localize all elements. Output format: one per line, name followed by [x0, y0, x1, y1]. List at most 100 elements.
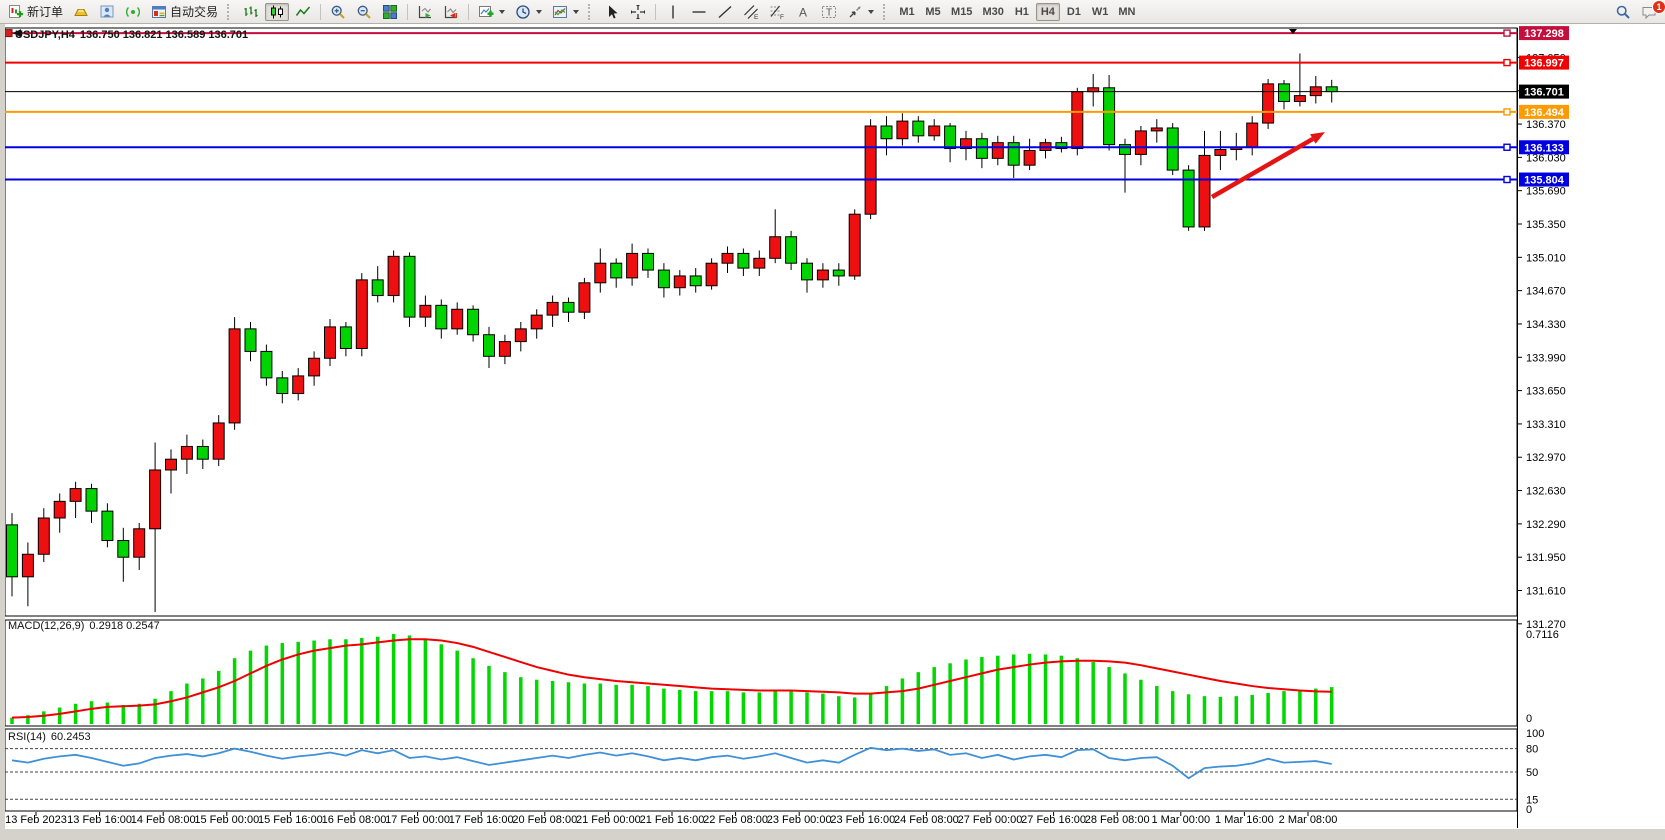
time-label: 23 Feb 00:00 — [767, 814, 832, 826]
toolbar-grip[interactable] — [883, 4, 890, 20]
timeframe-d1-button[interactable]: D1 — [1062, 3, 1086, 21]
new-order-button[interactable]: 新订单 — [4, 3, 67, 21]
templates-button[interactable] — [548, 3, 583, 21]
signals-button[interactable] — [121, 3, 145, 21]
equidistant-channel-tool-button[interactable]: E — [739, 3, 763, 21]
line-chart-button[interactable] — [291, 3, 315, 21]
chart-shift-button[interactable] — [439, 3, 463, 21]
toolbar-grip[interactable] — [227, 4, 234, 20]
notifications-button[interactable]: 1 — [1637, 3, 1661, 21]
candle — [1215, 150, 1226, 156]
candlestick-chart-button[interactable] — [265, 3, 289, 21]
template-chart-icon — [552, 4, 568, 20]
timeframe-m30-button[interactable]: M30 — [978, 3, 1007, 21]
macd-bar — [948, 663, 952, 724]
candle — [1167, 128, 1178, 170]
crosshair-icon — [630, 4, 646, 20]
text-label-tool-button[interactable]: T — [817, 3, 841, 21]
candle — [595, 263, 606, 283]
candle — [372, 280, 383, 296]
toolbar-grip[interactable] — [588, 4, 595, 20]
macd-bar — [58, 708, 62, 724]
price-line-handle[interactable] — [1504, 144, 1510, 150]
vertical-line-tool-button[interactable] — [661, 3, 685, 21]
timeframe-h4-button[interactable]: H4 — [1036, 3, 1060, 21]
line-anchor-square[interactable] — [5, 30, 12, 37]
candle — [388, 256, 399, 295]
time-label: 21 Feb 16:00 — [640, 814, 705, 826]
time-label: 28 Feb 08:00 — [1085, 814, 1150, 826]
candle — [1151, 128, 1162, 131]
timeframe-h1-button[interactable]: H1 — [1010, 3, 1034, 21]
line-chart-icon — [295, 4, 311, 20]
toolbar-separator — [407, 4, 408, 20]
timeframe-mn-button[interactable]: MN — [1114, 3, 1139, 21]
price-line-handle[interactable] — [1504, 30, 1510, 36]
macd-bar — [185, 684, 189, 724]
auto-scroll-button[interactable] — [413, 3, 437, 21]
market-watch-button[interactable] — [69, 3, 93, 21]
text-tool-button[interactable]: A — [791, 3, 815, 21]
macd-bar — [869, 694, 873, 724]
macd-bar — [980, 657, 984, 724]
candle — [277, 378, 288, 394]
candle — [738, 253, 749, 268]
zoom-out-button[interactable] — [352, 3, 376, 21]
candle — [881, 126, 892, 139]
macd-bar — [1203, 696, 1207, 724]
macd-bar — [837, 696, 841, 724]
timeframe-m1-button[interactable]: M1 — [895, 3, 919, 21]
candle — [245, 329, 256, 352]
macd-bar — [233, 658, 237, 724]
rsi-level-label: 0 — [1526, 804, 1532, 816]
price-line-handle[interactable] — [1504, 60, 1510, 66]
auto-scroll-icon — [417, 4, 433, 20]
candle — [547, 302, 558, 315]
profiles-button[interactable] — [511, 3, 546, 21]
community-button[interactable] — [95, 3, 119, 21]
toolbar-separator — [468, 4, 469, 20]
candle — [865, 126, 876, 214]
candle — [897, 121, 908, 139]
fibonacci-tool-button[interactable]: F — [765, 3, 789, 21]
timeframe-m5-button[interactable]: M5 — [921, 3, 945, 21]
candle — [118, 541, 129, 558]
macd-bar — [1171, 691, 1175, 724]
macd-bar — [1235, 696, 1239, 724]
time-label: 16 Feb 08:00 — [322, 814, 387, 826]
auto-trading-button[interactable]: 自动交易 — [147, 3, 222, 21]
auto-trading-icon — [151, 4, 167, 20]
rsi-name: RSI(14) — [8, 731, 46, 743]
candle — [1247, 123, 1258, 148]
price-line-handle[interactable] — [1504, 177, 1510, 183]
main-toolbar: 新订单 自动交易 — [0, 0, 1665, 24]
arrows-tool-button[interactable] — [843, 3, 878, 21]
horizontal-line-tool-button[interactable] — [687, 3, 711, 21]
candle — [1199, 155, 1210, 227]
timeframe-m15-button[interactable]: M15 — [947, 3, 976, 21]
chart-title: USDJPY,H4136.750 136.821 136.589 136.701 — [15, 29, 248, 41]
cursor-tool-button[interactable] — [600, 3, 624, 21]
rsi-value: 60.2453 — [51, 731, 91, 743]
macd-bar — [1123, 673, 1127, 724]
trendline-icon — [717, 4, 733, 20]
candle — [150, 470, 161, 529]
time-label: 15 Feb 16:00 — [258, 814, 323, 826]
new-chart-button[interactable] — [474, 3, 509, 21]
tile-windows-button[interactable] — [378, 3, 402, 21]
candle — [515, 329, 526, 342]
price-badge-label: 137.298 — [1524, 28, 1564, 40]
timeframe-w1-button[interactable]: W1 — [1088, 3, 1113, 21]
candle — [134, 529, 145, 557]
macd-bar — [408, 635, 412, 724]
candle — [579, 283, 590, 312]
trendline-tool-button[interactable] — [713, 3, 737, 21]
candle — [1135, 131, 1146, 155]
candle — [404, 256, 415, 317]
price-tick-label: 132.630 — [1526, 486, 1566, 498]
bar-chart-button[interactable] — [239, 3, 263, 21]
search-button[interactable] — [1611, 3, 1635, 21]
price-line-handle[interactable] — [1504, 109, 1510, 115]
crosshair-tool-button[interactable] — [626, 3, 650, 21]
zoom-in-button[interactable] — [326, 3, 350, 21]
